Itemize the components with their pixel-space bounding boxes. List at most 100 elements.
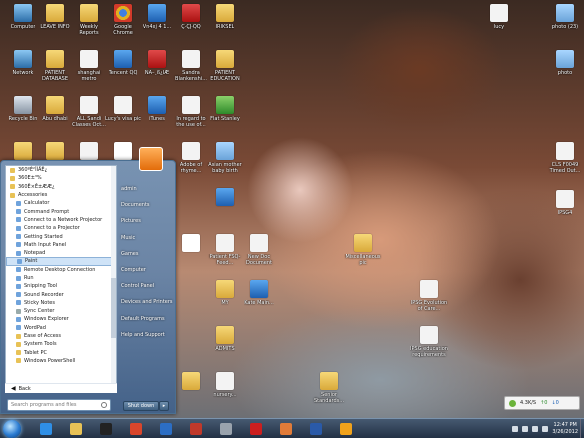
program-item[interactable]: Connect to a Projector <box>6 224 116 232</box>
tray-arrow-icon[interactable] <box>512 426 519 432</box>
show-desktop-button[interactable] <box>580 419 584 438</box>
desktop-icon-folder-row4c[interactable] <box>70 142 108 162</box>
desktop-icon-pdf-row4[interactable] <box>104 142 142 162</box>
desktop-icon-app-star[interactable]: Kate Main... <box>240 280 278 306</box>
start-right-item[interactable]: Default Programs <box>121 311 175 327</box>
desktop-icon-abu-dhabi[interactable]: Abu dhabi <box>36 96 74 122</box>
desktop-icon-shanghai-metro[interactable]: shanghai metro <box>70 50 108 82</box>
taskbar-word-button[interactable] <box>304 420 328 438</box>
taskbar-gear-button[interactable] <box>214 420 238 438</box>
program-item[interactable]: Snipping Tool <box>6 282 116 290</box>
desktop-icon-patient-education[interactable]: PATIENT EDUCATION <box>206 50 244 82</box>
desktop-icon-app-blue-2[interactable] <box>206 188 244 208</box>
program-item[interactable]: 360ºÈ²ÌÌÄÊ¿ <box>6 166 116 174</box>
desktop-icon-google-chrome[interactable]: Google Chrome <box>104 4 142 36</box>
desktop-icon-in-regard[interactable]: In regard to the use of... <box>172 96 210 128</box>
desktop-icon-folder-row9[interactable] <box>172 372 210 392</box>
desktop-icon-new-doc[interactable]: New Doc Document <box>240 234 278 266</box>
desktop-icon-senior-standards[interactable]: Senior Standards... <box>310 372 348 404</box>
desktop-icon-leave-info[interactable]: LEAVE INFO <box>36 4 74 30</box>
desktop-icon-ipsg-doc-1[interactable]: IPSG Evolution of Care... <box>410 280 448 312</box>
program-item[interactable]: Sound Recorder <box>6 290 116 298</box>
desktop-icon-photo-23[interactable]: photo (23) <box>546 4 584 30</box>
start-right-item[interactable]: Games <box>121 246 175 262</box>
taskbar-chrome-button[interactable] <box>124 420 148 438</box>
volume-icon[interactable] <box>542 426 549 432</box>
desktop-icon-patient-database[interactable]: PATIENT DATABASE <box>36 50 74 82</box>
program-item[interactable]: Calculator <box>6 199 116 207</box>
taskbar-media-button[interactable] <box>334 420 358 438</box>
network-icon[interactable] <box>532 426 539 432</box>
program-item[interactable]: 360Ê×Ê±ÆÆ¿ <box>6 183 116 191</box>
desktop-icon-photo-2[interactable]: photo <box>546 50 584 76</box>
desktop-icon-app-red-1[interactable]: Ç·ÇJ·QQ <box>172 4 210 30</box>
desktop-icon-doc-row9[interactable]: nursery... <box>206 372 244 398</box>
start-right-item[interactable]: Control Panel <box>121 278 175 294</box>
start-button[interactable] <box>3 420 21 438</box>
desktop-icon-folder-row8[interactable]: ADMITS <box>206 326 244 352</box>
start-right-item[interactable]: Music <box>121 230 175 246</box>
taskbar-paint-button[interactable] <box>274 420 298 438</box>
program-item[interactable]: Math Input Panel <box>6 241 116 249</box>
taskbar-pdf-button[interactable] <box>244 420 268 438</box>
desktop-icon-lucy[interactable]: lucy <box>480 4 518 30</box>
program-item[interactable]: Remote Desktop Connection <box>6 266 116 274</box>
desktop-icon-folder-row4b[interactable] <box>36 142 74 162</box>
desktop-icon-folder-row7[interactable]: MY <box>206 280 244 306</box>
program-item[interactable]: System Tools <box>6 340 116 348</box>
desktop-icon-patient-fsq[interactable]: Patient FSQ-Feed... <box>206 234 244 266</box>
taskbar-qq-button[interactable] <box>94 420 118 438</box>
program-item[interactable]: Windows Explorer <box>6 315 116 323</box>
desktop-icon-app-blue-1[interactable]: Vn4xj 4 1... <box>138 4 176 30</box>
program-item[interactable]: Connect to a Network Projector <box>6 216 116 224</box>
search-input[interactable]: Search programs and files <box>7 399 111 411</box>
taskbar-explorer-button[interactable] <box>64 420 88 438</box>
taskbar-red-app-button[interactable] <box>184 420 208 438</box>
network-speed-widget[interactable]: 4.3K/S ↑0 ↓0 <box>504 396 580 410</box>
user-avatar[interactable] <box>139 147 163 171</box>
start-right-item[interactable]: admin <box>121 181 175 197</box>
desktop-icon-clf-f0049[interactable]: CLS F0049 Timed Out... <box>546 142 584 174</box>
program-item[interactable]: Notepad <box>6 249 116 257</box>
flag-icon[interactable] <box>522 426 529 432</box>
start-right-item[interactable]: Help and Support <box>121 327 175 343</box>
desktop-icon-folder-2[interactable]: IRIKSEL <box>206 4 244 30</box>
desktop-icon-asian-mother[interactable]: Asian mother baby birth <box>206 142 244 174</box>
start-right-item[interactable]: Documents <box>121 197 175 213</box>
desktop-icon-tencent-qq[interactable]: Tencent QQ <box>104 50 142 76</box>
start-right-item[interactable]: Devices and Printers <box>121 294 175 310</box>
program-item[interactable]: Paint <box>6 257 116 266</box>
start-right-item[interactable]: Computer <box>121 262 175 278</box>
program-item[interactable]: Getting Started <box>6 232 116 240</box>
desktop-icon-ipsg4[interactable]: IPSG4 <box>546 190 584 216</box>
program-item[interactable]: Command Prompt <box>6 207 116 215</box>
desktop-icon-ipsg-doc-2[interactable]: IPSG education requirements <box>410 326 448 358</box>
desktop-icon-app-hq[interactable]: ÑÁ–¸ß¿ÌÆ <box>138 50 176 76</box>
program-item[interactable]: Ease of Access <box>6 332 116 340</box>
program-item[interactable]: Run <box>6 274 116 282</box>
desktop-icon-lucys-visa-pic[interactable]: Lucy's visa pic <box>104 96 142 122</box>
program-item[interactable]: Sync Center <box>6 307 116 315</box>
desktop-icon-doc-row4-e[interactable]: Adobe of rhyme... <box>172 142 210 174</box>
desktop-icon-sandra-blankenship[interactable]: Sandra Blankenshi... <box>172 50 210 82</box>
desktop-icon-pdf-row6[interactable] <box>172 234 210 254</box>
taskbar-ie-button[interactable] <box>34 420 58 438</box>
desktop-icon-all-sandi-classes[interactable]: ALL Sandi Classes Oct... <box>70 96 108 128</box>
desktop-icon-misc-pic[interactable]: Miscellaneous pic <box>344 234 382 266</box>
program-item[interactable]: Windows PowerShell <box>6 357 116 365</box>
program-item[interactable]: Tablet PC <box>6 349 116 357</box>
programs-scrollbar[interactable] <box>111 166 116 390</box>
scrollbar-thumb[interactable] <box>111 278 116 338</box>
program-item[interactable]: Accessories <box>6 191 116 199</box>
desktop-icon-weekly-reports[interactable]: Weekly Reports <box>70 4 108 36</box>
program-item[interactable]: Sticky Notes <box>6 299 116 307</box>
back-button[interactable]: ◀ Back <box>5 383 117 393</box>
start-right-item[interactable]: Pictures <box>121 213 175 229</box>
desktop-icon-itunes[interactable]: iTunes <box>138 96 176 122</box>
desktop-icon-flat-stanley[interactable]: Flat Stanley <box>206 96 244 122</box>
program-item[interactable]: WordPad <box>6 324 116 332</box>
program-item[interactable]: 360E±³% <box>6 174 116 182</box>
clock[interactable]: 12:47 PM 3/26/2012 <box>552 422 578 436</box>
shutdown-button[interactable]: Shut down <box>123 401 159 411</box>
taskbar-blue-app-button[interactable] <box>154 420 178 438</box>
